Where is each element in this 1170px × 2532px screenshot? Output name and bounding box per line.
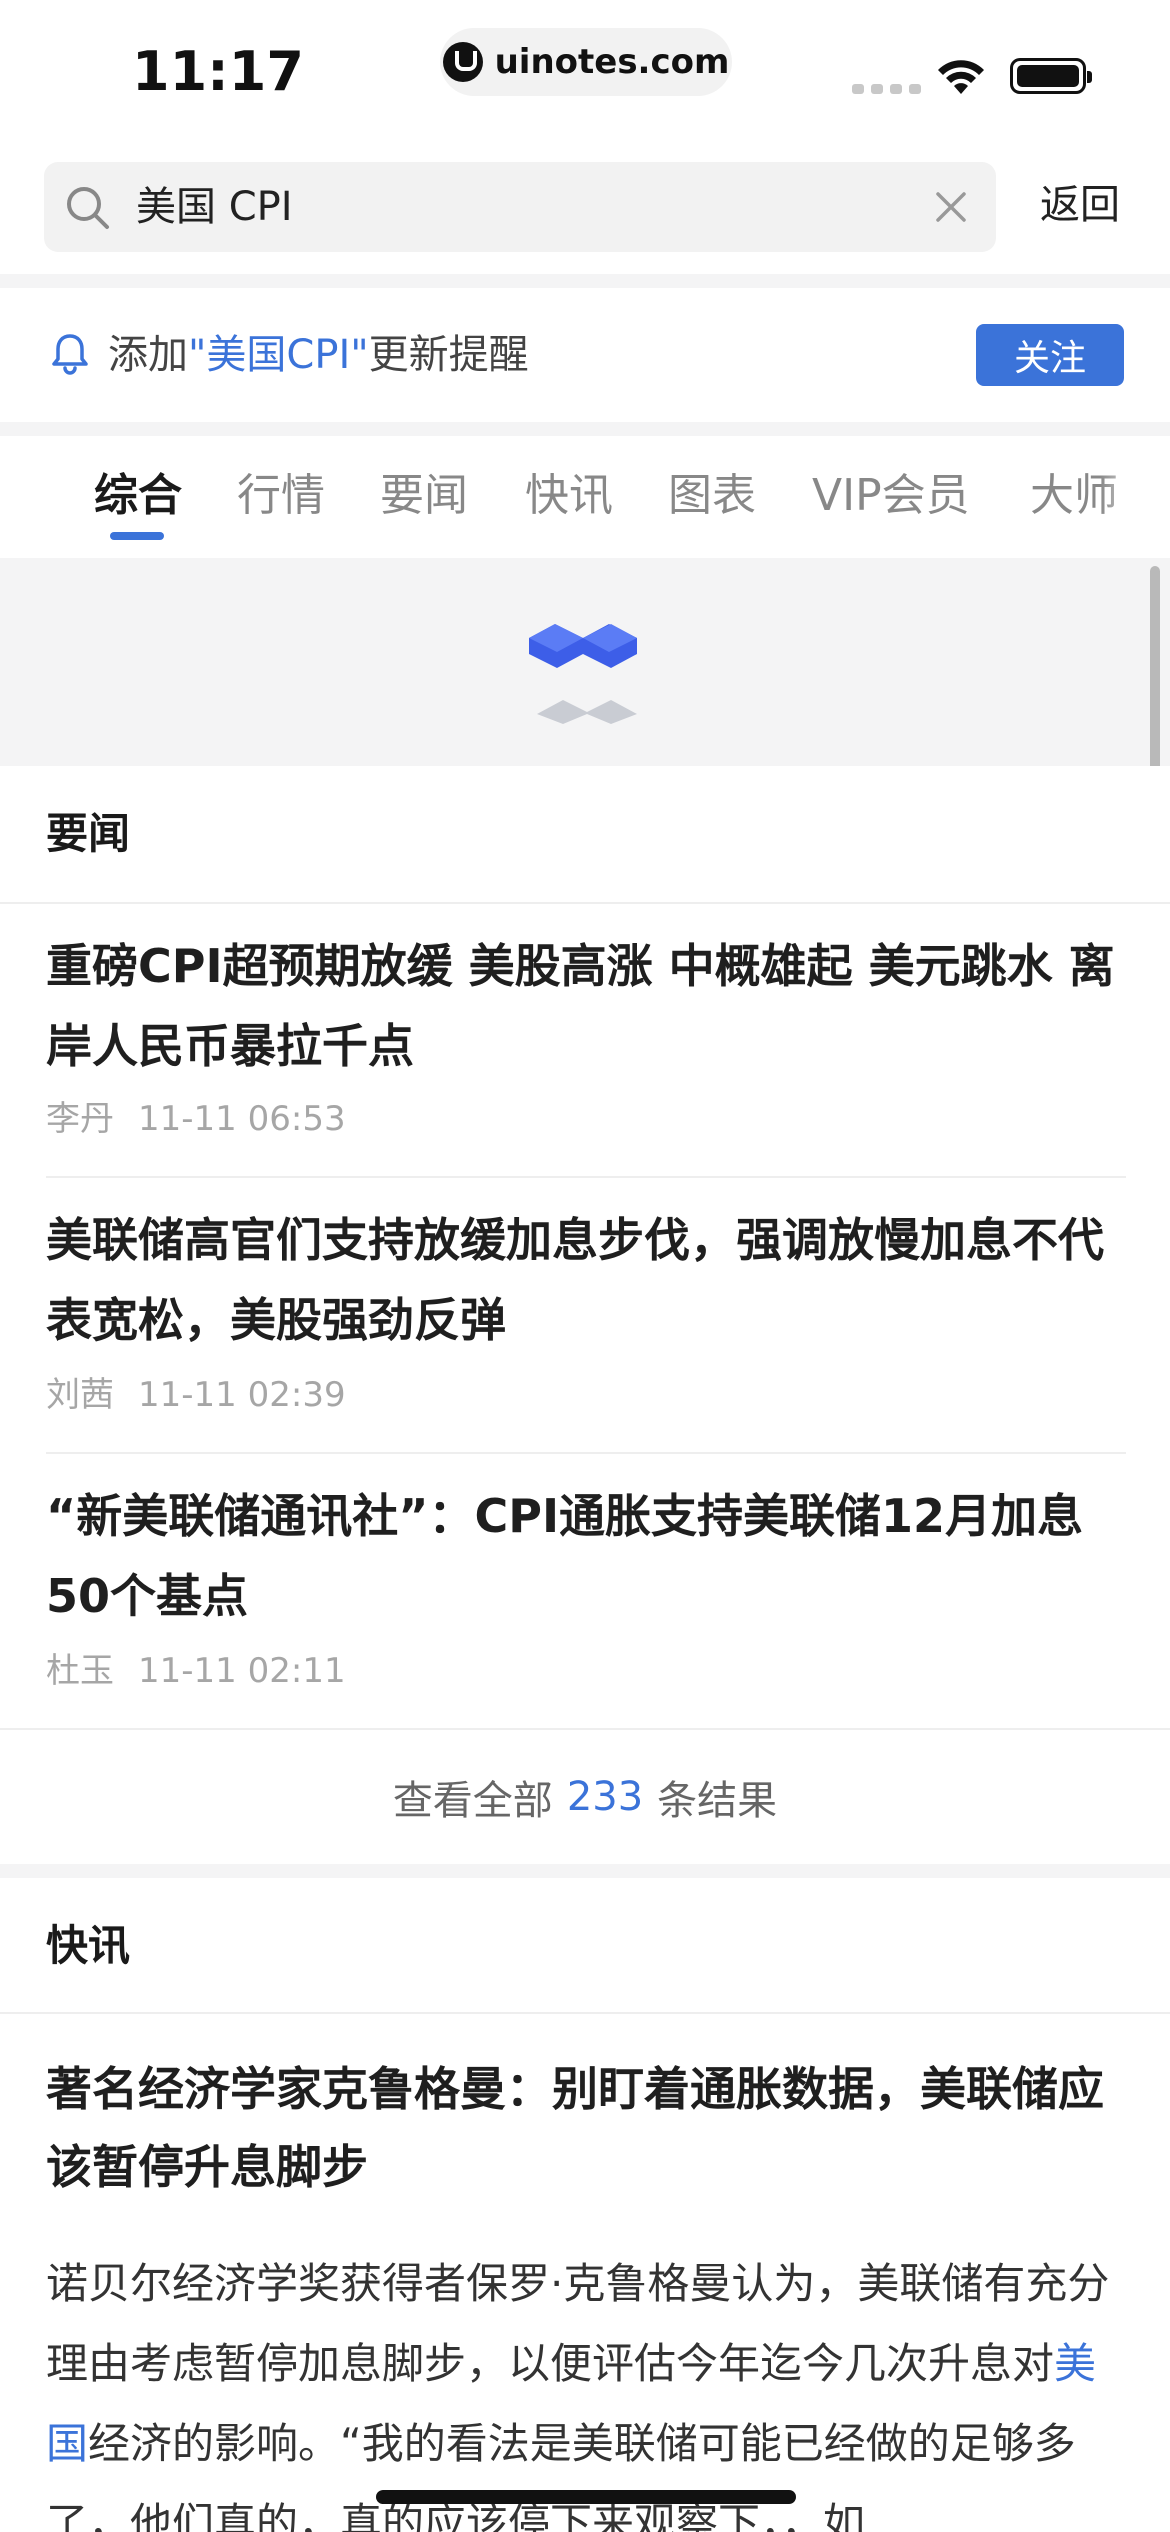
tab-快讯[interactable]: 快讯 (525, 466, 613, 526)
view-all-results-button[interactable]: 查看全部 233 条结果 (0, 1730, 1170, 1864)
tab-综合[interactable]: 综合 (94, 466, 182, 526)
flash-body: 诺贝尔经济学奖获得者保罗·克鲁格曼认为，美联储有充分理由考虑暂停加息脚步，以便评… (46, 2259, 1110, 2532)
category-tabs: 综合 行情 要闻 快讯 图表 VIP会员 大师 (0, 436, 1170, 558)
divider-gap (0, 274, 1170, 288)
home-indicator (376, 2490, 796, 2504)
divider (0, 2012, 1170, 2014)
news-title: “新美联储通讯社”：CPI通胀支持美联储12月加息50个基点 (46, 1489, 1084, 1623)
bell-icon (52, 334, 88, 375)
divider (46, 1176, 1126, 1178)
results-count: 233 (566, 1774, 644, 1820)
flash-title[interactable]: 著名经济学家克鲁格曼：别盯着通胀数据，美联储应该暂停升息脚步 (46, 2050, 1126, 2206)
news-title: 美联储高官们支持放缓加息步伐，强调放慢加息不代表宽松，美股强劲反弹 (46, 1213, 1104, 1347)
status-time: 11:17 (132, 40, 304, 103)
news-author: 李丹 (46, 1099, 114, 1139)
tab-行情[interactable]: 行情 (237, 466, 325, 526)
news-time: 11-11 02:39 (138, 1375, 346, 1415)
news-author: 杜玉 (46, 1651, 114, 1691)
tab-要闻[interactable]: 要闻 (380, 466, 468, 526)
clear-icon[interactable] (934, 190, 968, 224)
search-bar-row: 美国 CPI 返回 (0, 150, 1170, 274)
divider-gap (0, 1864, 1170, 1878)
back-button[interactable]: 返回 (1040, 178, 1120, 232)
news-time: 11-11 06:53 (138, 1099, 346, 1139)
tab-vip[interactable]: VIP会员 (812, 466, 970, 526)
news-title: 重磅CPI超预期放缓 美股高涨 中概雄起 美元跳水 离岸人民币暴拉千点 (46, 939, 1115, 1073)
search-query: 美国 CPI (136, 184, 293, 230)
cellular-signal-icon (852, 84, 921, 94)
search-input[interactable]: 美国 CPI (44, 162, 996, 252)
battery-icon (1010, 58, 1092, 94)
follow-button[interactable]: 关注 (976, 324, 1124, 386)
divider-gap (0, 422, 1170, 436)
divider (0, 902, 1170, 904)
wifi-icon (938, 60, 984, 94)
status-bar: 11:17 uinotes.com (0, 0, 1170, 150)
news-meta: 杜玉 11-11 02:11 (46, 1648, 346, 1694)
pull-refresh-area (0, 558, 1170, 766)
divider (46, 1452, 1126, 1454)
active-tab-indicator (110, 532, 164, 540)
site-logo-icon (442, 42, 483, 82)
section-title: 要闻 (46, 809, 131, 858)
site-url: uinotes.com (494, 42, 730, 82)
reminder-keyword: "美国CPI" (188, 332, 369, 378)
news-section: 要闻 重磅CPI超预期放缓 美股高涨 中概雄起 美元跳水 离岸人民币暴拉千点 李… (0, 766, 1170, 1730)
update-reminder-bar: 添加"美国CPI"更新提醒 关注 (0, 288, 1170, 422)
reminder-text: 添加"美国CPI"更新提醒 (108, 332, 529, 378)
search-icon (67, 187, 109, 229)
tabs-fade (1100, 436, 1170, 558)
news-time: 11-11 02:11 (138, 1651, 346, 1691)
news-author: 刘茜 (46, 1375, 114, 1415)
tab-图表[interactable]: 图表 (668, 466, 756, 526)
news-meta: 李丹 11-11 06:53 (46, 1096, 346, 1142)
news-meta: 刘茜 11-11 02:39 (46, 1372, 346, 1418)
section-title: 快讯 (46, 1921, 131, 1970)
search-results-screen: 11:17 uinotes.com 美国 CPI 返回 添加"美国CPI"更新提… (0, 0, 1170, 2532)
loading-logo-icon (529, 624, 637, 724)
url-pill: uinotes.com (440, 28, 732, 96)
